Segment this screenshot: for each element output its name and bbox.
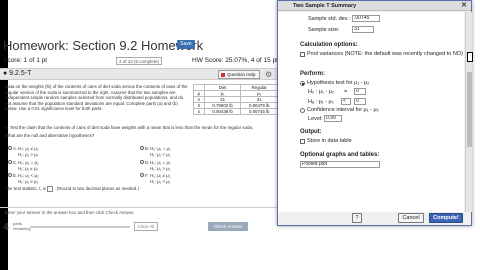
mouse-cursor-icon bbox=[467, 52, 473, 62]
confidence-interval-label: Confidence interval for μ₁ - μ₂ bbox=[307, 107, 379, 113]
optional-graphs-heading: Optional graphs and tables: bbox=[300, 152, 380, 158]
compute-button[interactable]: Compute! bbox=[429, 213, 463, 223]
table-cell: s bbox=[193, 108, 205, 115]
store-in-table-checkbox[interactable] bbox=[300, 139, 305, 144]
ha-label: Hₐ : μ₁ - μ₂ bbox=[308, 99, 334, 105]
sample-size-input[interactable]: 31 bbox=[352, 26, 374, 33]
store-in-table-label: Store in data table bbox=[307, 138, 352, 144]
footer-divider bbox=[0, 207, 295, 208]
test-stat-label: The test statistic, t, is bbox=[5, 186, 46, 192]
confidence-interval-radio[interactable] bbox=[300, 108, 305, 113]
page-title: Homework: Section 9.2 Homework bbox=[3, 38, 204, 53]
test-stat-input[interactable] bbox=[47, 186, 54, 192]
option-e[interactable]: E. H₀: μ₁ < μ₂ H₁: μ₁ ≥ μ₂ bbox=[8, 173, 39, 184]
instructions-text: Enter your answer in the answer box and … bbox=[5, 210, 135, 215]
output-heading: Output: bbox=[300, 129, 322, 135]
question-id: ● 9.2.5-T bbox=[3, 70, 32, 77]
option-c[interactable]: C. H₀: μ₁ = μ₂ H₁: μ₁ ≠ μ₂ bbox=[8, 160, 39, 171]
test-stat-hint: . (Round to two decimal places as needed… bbox=[54, 186, 139, 192]
option-f[interactable]: F. H₀: μ₁ ≠ μ₂ H₁: μ₁ < μ₂ bbox=[140, 173, 171, 184]
optional-graphs-list[interactable]: Pooled plot bbox=[300, 161, 380, 168]
clear-all-button[interactable]: Clear All bbox=[134, 222, 158, 231]
table-cell: 0.00745 lb bbox=[240, 108, 278, 115]
std-dev-input[interactable]: .00745 bbox=[352, 15, 380, 22]
close-icon[interactable]: ✕ bbox=[461, 1, 467, 11]
level-label: Level: bbox=[308, 116, 323, 122]
question-nav[interactable]: 4 of 13 (6 complete) bbox=[116, 57, 163, 65]
dialog-body: Sample std. dev.: .00745 Sample size: 31… bbox=[278, 12, 464, 212]
score-text: Score: 1 of 1 pt bbox=[3, 57, 48, 64]
hypothesis-test-label: Hypothesis test for μ₁ - μ₂ bbox=[307, 80, 370, 86]
sample-size-label: Sample size: bbox=[308, 27, 340, 33]
help-button[interactable]: ? bbox=[352, 213, 362, 223]
save-button[interactable]: Save bbox=[177, 40, 195, 49]
option-a[interactable]: A. H₀: μ₁ ≠ μ₂ H₁: μ₁ > μ₂ bbox=[8, 146, 39, 157]
table-cell: 0.00438 lb bbox=[203, 108, 242, 115]
hypothesis-test-radio[interactable] bbox=[300, 81, 305, 86]
question-help-button[interactable]: Question Help bbox=[218, 70, 260, 79]
pool-variances-label: Pool variances (NOTE: the default was re… bbox=[307, 51, 463, 57]
perform-heading: Perform: bbox=[300, 71, 326, 77]
part-a-claim: a. Test the claim that the contents of c… bbox=[5, 125, 254, 130]
calc-options-heading: Calculation options: bbox=[300, 42, 358, 48]
ha-operator-select[interactable]: < bbox=[341, 98, 351, 105]
two-sample-t-dialog: Two Sample T Summary ✕ Sample std. dev.:… bbox=[277, 0, 472, 226]
ha-value-input[interactable]: 0 bbox=[354, 98, 366, 105]
option-b[interactable]: B. H₀: μ₁ = μ₂ H₁: μ₁ < μ₂ bbox=[140, 146, 171, 157]
data-table: Diet Regular μ μ₁ μ₂ n 31 31 x̄ 0.79902 … bbox=[193, 84, 278, 115]
dialog-scrollbar[interactable] bbox=[465, 12, 472, 212]
dialog-title-bar: Two Sample T Summary ✕ bbox=[278, 1, 471, 11]
test-statistic-row: The test statistic, t, is . (Round to tw… bbox=[5, 186, 139, 192]
h0-operator: = bbox=[344, 89, 348, 95]
part-a-question: What are the null and alternative hypoth… bbox=[5, 132, 95, 138]
check-answer-button[interactable]: Check Answer bbox=[208, 222, 248, 231]
option-d[interactable]: D. H₀: μ₁ = μ₂ H₁: μ₁ > μ₂ bbox=[140, 160, 171, 171]
gear-icon[interactable]: ⚙ bbox=[265, 70, 272, 79]
dialog-title: Two Sample T Summary bbox=[293, 3, 357, 9]
problem-text: Data on the weights (lb) of the contents… bbox=[5, 84, 188, 112]
cancel-button[interactable]: Cancel bbox=[398, 213, 424, 223]
level-input[interactable]: 0.99 bbox=[324, 115, 342, 122]
parts-progress bbox=[30, 226, 130, 228]
h0-label: H₀ : μ₁ - μ₂ bbox=[308, 89, 335, 95]
pool-variances-checkbox[interactable] bbox=[300, 52, 305, 57]
std-dev-label: Sample std. dev.: bbox=[308, 16, 351, 22]
hw-score-text: HW Score: 25.07%, 4 of 15 pts bbox=[192, 57, 282, 64]
part-a-text: a. Test the claim that the contents of c… bbox=[5, 125, 290, 138]
parts-count: 4 bbox=[3, 222, 9, 233]
h0-value-input[interactable]: 0 bbox=[354, 88, 366, 95]
parts-label: parts remaining bbox=[13, 221, 31, 231]
